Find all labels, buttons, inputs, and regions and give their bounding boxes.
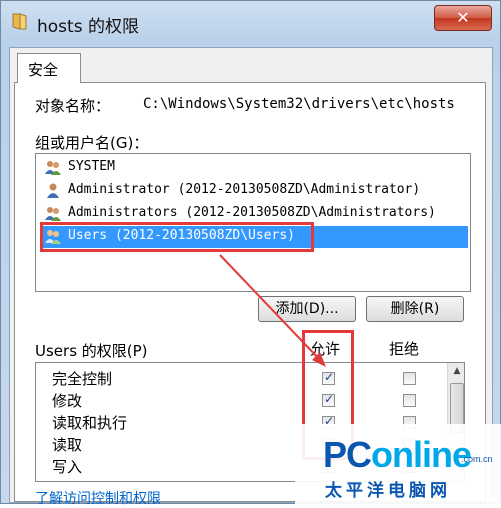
add-button-label: 添加(D)... (275, 301, 339, 317)
tab-security[interactable]: 安全 (17, 53, 81, 83)
watermark-subtitle: 太平洋电脑网 (325, 481, 451, 501)
permission-name: 读取 (52, 436, 83, 454)
watermark: PConline .com.cn 太平洋电脑网 (295, 424, 501, 504)
close-button[interactable]: ✕ (434, 5, 492, 31)
list-item-label: Administrators (2012-20130508ZD\Administ… (68, 205, 436, 220)
add-button[interactable]: 添加(D)... (258, 296, 356, 322)
deny-header: 拒绝 (389, 340, 420, 358)
users-icon (45, 207, 61, 221)
title-bar: hosts 的权限 ✕ (1, 1, 500, 47)
object-name-label: 对象名称： (35, 97, 111, 115)
table-row: 完全控制 (36, 367, 446, 389)
list-item-label: SYSTEM (68, 159, 115, 174)
permission-name: 写入 (52, 458, 83, 476)
permission-name: 修改 (52, 392, 83, 410)
watermark-logo: PConline (323, 434, 472, 475)
remove-button-label: 删除(R) (390, 301, 440, 317)
access-control-link[interactable]: 了解访问控制和权限 (35, 488, 161, 508)
deny-checkbox[interactable] (403, 394, 416, 407)
deny-checkbox[interactable] (403, 372, 416, 385)
scroll-up-arrow-icon[interactable]: ▲ (448, 363, 464, 380)
list-item[interactable]: Administrator (2012-20130508ZD\Administr… (40, 180, 468, 202)
highlight-box-users (40, 222, 314, 252)
list-item[interactable]: SYSTEM (40, 157, 468, 179)
object-path: C:\Windows\System32\drivers\etc\hosts (143, 96, 455, 112)
permission-name: 读取和执行 (52, 414, 128, 432)
permissions-label: Users 的权限(P) (35, 342, 148, 360)
remove-button[interactable]: 删除(R) (366, 296, 464, 322)
user-icon (47, 183, 59, 198)
list-item-label: Administrator (2012-20130508ZD\Administr… (68, 182, 421, 197)
window-title: hosts 的权限 (37, 17, 139, 37)
table-row: 修改 (36, 389, 446, 411)
permission-name: 完全控制 (52, 370, 113, 388)
users-icon (45, 161, 61, 175)
tab-label: 安全 (28, 61, 59, 79)
groups-label: 组或用户名(G)： (35, 134, 149, 152)
watermark-domain: .com.cn (461, 454, 493, 464)
close-icon: ✕ (456, 8, 470, 27)
folder-icon (12, 13, 27, 30)
